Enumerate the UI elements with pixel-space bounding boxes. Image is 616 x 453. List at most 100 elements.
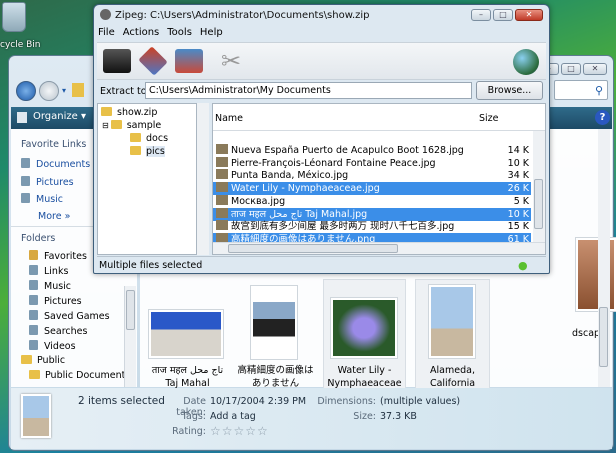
thumbnail-taj-mahal[interactable] [148, 309, 224, 359]
folder-icon [130, 146, 141, 155]
searches-icon [29, 325, 38, 335]
extract-to-input[interactable] [145, 82, 472, 99]
zipeg-window: Zipeg: C:\Users\Administrator\Documents\… [93, 4, 550, 274]
date-value: 10/17/2004 2:39 PM [210, 396, 307, 407]
folder-pictures[interactable]: Pictures [29, 295, 82, 307]
favorite-link-music[interactable]: Music [21, 193, 63, 205]
more-links[interactable]: More » [38, 211, 70, 222]
file-view-scrollbar[interactable] [598, 129, 610, 387]
file-row[interactable]: Water Lily - Nymphaeaceae.jpg 26 K [213, 182, 531, 196]
open-archive-icon[interactable] [103, 49, 131, 73]
image-file-icon [216, 182, 228, 193]
list-horizontal-scrollbar[interactable] [213, 242, 545, 254]
folder-favorites[interactable]: Favorites [29, 250, 87, 262]
image-file-icon [216, 220, 228, 231]
search-input[interactable]: ⚲ [554, 80, 608, 100]
folders-heading: Folders [21, 233, 56, 244]
window-title: Zipeg: C:\Users\Administrator\Documents\… [100, 9, 370, 21]
extract-to-label: Extract to: [100, 86, 150, 97]
column-size[interactable]: Size [479, 113, 499, 124]
forward-button[interactable] [39, 81, 59, 101]
folder-saved-games[interactable]: Saved Games [29, 310, 110, 322]
recycle-bin-icon[interactable] [2, 2, 26, 32]
list-header: Name Size [213, 104, 545, 131]
links-icon [29, 265, 38, 275]
browse-button[interactable]: Browse... [476, 81, 543, 100]
file-row[interactable]: 故宫到底有多少间屋 最多时两万 现时八千七百多.jpg 15 K [213, 220, 531, 233]
dimensions-value: (multiple values) [380, 396, 461, 407]
folder-icon [130, 133, 141, 142]
maximize-button[interactable]: □ [561, 63, 581, 75]
tree-scrollbar[interactable] [197, 103, 209, 255]
thumbnail-anime[interactable] [250, 285, 298, 360]
favorite-link-documents[interactable]: Documents [21, 158, 90, 170]
menu-actions[interactable]: Actions [123, 27, 160, 38]
folder-public-documents[interactable]: Public Documents [29, 370, 130, 381]
collapse-icon[interactable]: ⊟ [102, 121, 109, 130]
file-row[interactable]: Nueva España Puerto de Acapulco Boot 162… [213, 144, 531, 157]
status-bar: Multiple files selected [97, 256, 546, 272]
favorite-links-heading: Favorite Links [21, 139, 87, 150]
file-row[interactable]: ताज महल تاج محل Taj Mahal.jpg 10 K [213, 207, 531, 221]
tree-node-sample[interactable]: ⊟ sample [102, 120, 161, 131]
folder-links[interactable]: Links [29, 265, 68, 277]
thumbnail-water-lily[interactable] [330, 297, 398, 359]
folder-videos[interactable]: Videos [29, 340, 76, 352]
pictures-icon [29, 295, 38, 305]
item-caption: 高精細度の画像は ありません [237, 365, 314, 389]
extract-selected-icon[interactable] [175, 49, 203, 73]
favorite-link-pictures[interactable]: Pictures [21, 176, 74, 188]
file-row[interactable]: Москва.jpg 5 K [213, 194, 531, 208]
folder-music[interactable]: Music [29, 280, 71, 292]
item-caption: Alameda, California [429, 365, 476, 389]
folder-icon [21, 355, 32, 364]
tools-icon[interactable]: ✂ [217, 49, 245, 73]
image-file-icon [216, 144, 228, 154]
image-file-icon [216, 194, 228, 205]
tags-value[interactable]: Add a tag [210, 411, 256, 422]
recycle-bin-label: cycle Bin [0, 40, 41, 50]
zipeg-logo-icon [100, 9, 111, 20]
size-label: Size: [353, 411, 376, 422]
column-name[interactable]: Name [215, 113, 243, 124]
help-icon[interactable]: ? [595, 110, 610, 125]
thumbnail-alameda[interactable] [428, 284, 476, 359]
navigation-scrollbar[interactable] [124, 286, 136, 387]
rating-stars[interactable]: ☆☆☆☆☆ [210, 424, 269, 438]
list-vertical-scrollbar[interactable] [533, 131, 545, 242]
tree-node-show-zip[interactable]: show.zip [101, 107, 157, 118]
image-file-icon [216, 207, 228, 218]
size-value: 37.3 KB [380, 411, 417, 422]
tree-node-docs[interactable]: docs [130, 133, 168, 144]
folder-icon [101, 107, 112, 116]
organize-button[interactable]: Organize ▾ [33, 111, 86, 122]
back-button[interactable] [16, 81, 36, 101]
selection-thumbnail [21, 394, 51, 438]
close-button[interactable]: ✕ [583, 63, 607, 75]
status-light-icon: ● [518, 259, 528, 272]
maximize-button[interactable]: □ [493, 9, 513, 21]
music-icon [29, 280, 38, 290]
menu-tools[interactable]: Tools [167, 27, 192, 38]
file-row[interactable]: Pierre-François-Léonard Fontaine Peace.j… [213, 156, 531, 170]
minimize-button[interactable]: – [471, 9, 491, 21]
folder-icon [29, 370, 40, 379]
organize-icon [17, 112, 27, 123]
saved-games-icon [29, 310, 38, 320]
details-pane: 2 items selected Date taken: 10/17/2004 … [11, 388, 612, 449]
recent-pages-chevron-icon[interactable]: ▾ [62, 86, 66, 95]
globe-icon[interactable] [513, 49, 539, 75]
music-icon [21, 193, 30, 203]
menu-file[interactable]: File [98, 27, 115, 38]
videos-icon [29, 340, 38, 350]
tree-node-pics[interactable]: pics [130, 146, 165, 157]
file-list: Name Size Nueva España Puerto de Acapulc… [212, 103, 546, 255]
folder-public[interactable]: Public [21, 355, 65, 366]
file-row[interactable]: Punta Banda, México.jpg 34 K [213, 169, 531, 182]
folder-icon [72, 83, 84, 97]
menu-help[interactable]: Help [200, 27, 223, 38]
close-button[interactable]: ✕ [515, 9, 543, 21]
pictures-icon [21, 176, 30, 186]
folder-searches[interactable]: Searches [29, 325, 87, 337]
extract-icon[interactable] [138, 46, 168, 76]
